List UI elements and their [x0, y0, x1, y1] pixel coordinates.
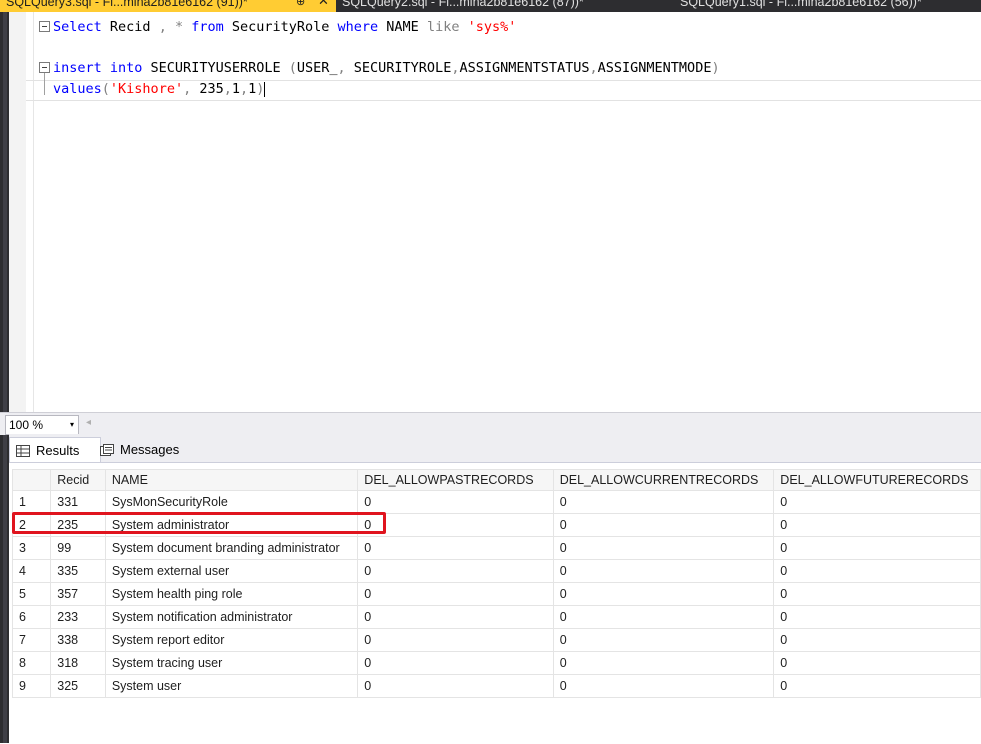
highlight-box — [12, 512, 386, 534]
table-row[interactable]: 7 338 System report editor 0 0 0 — [11, 628, 981, 652]
collapse-icon[interactable] — [39, 21, 50, 32]
row-number-cell[interactable]: 4 — [11, 559, 52, 583]
column-header-name[interactable]: NAME — [104, 469, 359, 491]
del-allowpastrecords-cell[interactable]: 0 — [357, 559, 554, 583]
name-cell[interactable]: System report editor — [104, 628, 359, 652]
row-number-cell[interactable]: 1 — [11, 490, 52, 514]
table-row[interactable]: 9 325 System user 0 0 0 — [11, 674, 981, 698]
tab-results[interactable]: Results — [9, 437, 101, 463]
tab-label: SQLQuery3.sql - Fi...mina2b81e6162 (91))… — [6, 0, 248, 9]
row-number-cell[interactable]: 3 — [11, 536, 52, 560]
name-cell[interactable]: System external user — [104, 559, 359, 583]
recid-cell[interactable]: 99 — [50, 536, 106, 560]
zoom-value: 100 % — [9, 418, 44, 432]
row-number-cell[interactable]: 7 — [11, 628, 52, 652]
editor-gutter — [9, 12, 26, 412]
recid-cell[interactable]: 357 — [50, 582, 106, 606]
row-number-cell[interactable]: 5 — [11, 582, 52, 606]
recid-cell[interactable]: 338 — [50, 628, 106, 652]
text-caret — [264, 81, 266, 97]
results-grid[interactable]: Recid NAME DEL_ALLOWPASTRECORDS DEL_ALLO… — [9, 462, 981, 744]
query-editor[interactable]: Select Recid , * from SecurityRole where… — [9, 12, 981, 412]
tab-sqlquery3[interactable]: SQLQuery3.sql - Fi...mina2b81e6162 (91))… — [0, 0, 336, 12]
del-allowfuturerecords-cell[interactable]: 0 — [773, 513, 981, 537]
recid-cell[interactable]: 331 — [50, 490, 106, 514]
tab-messages[interactable]: Messages — [94, 437, 202, 462]
table-row[interactable]: 6 233 System notification administrator 0 0 0 — [11, 605, 981, 629]
tab-messages-label: Messages — [120, 442, 180, 457]
column-header-recid[interactable]: Recid — [50, 469, 106, 491]
table-row[interactable]: 8 318 System tracing user 0 0 0 — [11, 651, 981, 675]
del-allowcurrentrecords-cell[interactable]: 0 — [552, 582, 775, 606]
del-allowpastrecords-cell[interactable]: 0 — [357, 582, 554, 606]
results-table: Recid NAME DEL_ALLOWPASTRECORDS DEL_ALLO… — [11, 469, 981, 698]
name-cell[interactable]: System health ping role — [104, 582, 359, 606]
del-allowcurrentrecords-cell[interactable]: 0 — [552, 651, 775, 675]
table-row[interactable]: 1 331 SysMonSecurityRole 0 0 0 — [11, 490, 981, 514]
zoom-dropdown[interactable]: 100 % ▾ — [5, 415, 79, 435]
name-cell[interactable]: System notification administrator — [104, 605, 359, 629]
tab-label: SQLQuery2.sql - Fi...mina2b81e6162 (87))… — [342, 0, 584, 9]
tab-label: SQLQuery1.sql - Fi...mina2b81e6162 (56))… — [680, 0, 922, 9]
del-allowpastrecords-cell[interactable]: 0 — [357, 490, 554, 514]
results-pane: Results Messages Recid NAME DEL_ALLOWPAS… — [9, 434, 981, 744]
recid-cell[interactable]: 318 — [50, 651, 106, 675]
column-header-del-allowfuturerecords[interactable]: DEL_ALLOWFUTURERECORDS — [773, 469, 981, 491]
del-allowcurrentrecords-cell[interactable]: 0 — [552, 536, 775, 560]
del-allowpastrecords-cell[interactable]: 0 — [357, 513, 554, 537]
del-allowfuturerecords-cell[interactable]: 0 — [773, 674, 981, 698]
del-allowcurrentrecords-cell[interactable]: 0 — [552, 674, 775, 698]
del-allowfuturerecords-cell[interactable]: 0 — [773, 651, 981, 675]
del-allowfuturerecords-cell[interactable]: 0 — [773, 559, 981, 583]
del-allowfuturerecords-cell[interactable]: 0 — [773, 582, 981, 606]
column-header-del-allowcurrentrecords[interactable]: DEL_ALLOWCURRENTRECORDS — [552, 469, 775, 491]
row-number-cell[interactable]: 8 — [11, 651, 52, 675]
del-allowpastrecords-cell[interactable]: 0 — [357, 628, 554, 652]
recid-cell[interactable]: 325 — [50, 674, 106, 698]
del-allowpastrecords-cell[interactable]: 0 — [357, 605, 554, 629]
del-allowfuturerecords-cell[interactable]: 0 — [773, 605, 981, 629]
name-cell[interactable]: System document branding administrator — [104, 536, 359, 560]
recid-cell[interactable]: 335 — [50, 559, 106, 583]
name-cell[interactable]: System tracing user — [104, 651, 359, 675]
del-allowcurrentrecords-cell[interactable]: 0 — [552, 513, 775, 537]
code-line-4: values('Kishore', 235,1,1) — [53, 81, 266, 97]
table-row[interactable]: 3 99 System document branding administrato… — [11, 536, 981, 560]
editor-status-bar: 100 % ▾ ◂ — [0, 412, 981, 435]
row-number-cell[interactable]: 6 — [11, 605, 52, 629]
tab-sqlquery1[interactable]: SQLQuery1.sql - Fi...mina2b81e6162 (56))… — [680, 0, 981, 12]
table-row[interactable]: 5 357 System health ping role 0 0 0 — [11, 582, 981, 606]
collapse-icon[interactable] — [39, 62, 50, 73]
del-allowpastrecords-cell[interactable]: 0 — [357, 651, 554, 675]
grid-icon — [16, 444, 30, 457]
tab-sqlquery2[interactable]: SQLQuery2.sql - Fi...mina2b81e6162 (87))… — [342, 0, 662, 12]
recid-cell[interactable]: 233 — [50, 605, 106, 629]
row-selector-header[interactable] — [11, 469, 52, 491]
code-line-3: insert into SECURITYUSERROLE (USER_, SEC… — [53, 60, 720, 76]
messages-icon — [100, 443, 114, 456]
del-allowcurrentrecords-cell[interactable]: 0 — [552, 605, 775, 629]
pin-icon[interactable]: ⊕ — [296, 0, 305, 8]
del-allowfuturerecords-cell[interactable]: 0 — [773, 628, 981, 652]
code-line-1: Select Recid , * from SecurityRole where… — [53, 19, 517, 35]
name-cell[interactable]: System user — [104, 674, 359, 698]
name-cell[interactable]: SysMonSecurityRole — [104, 490, 359, 514]
document-tab-strip: SQLQuery3.sql - Fi...mina2b81e6162 (91))… — [0, 0, 981, 12]
table-header-row: Recid NAME DEL_ALLOWPASTRECORDS DEL_ALLO… — [11, 469, 981, 491]
table-row[interactable]: 4 335 System external user 0 0 0 — [11, 559, 981, 583]
column-header-del-allowpastrecords[interactable]: DEL_ALLOWPASTRECORDS — [357, 469, 554, 491]
del-allowpastrecords-cell[interactable]: 0 — [357, 674, 554, 698]
window-frame-left — [0, 0, 9, 743]
del-allowfuturerecords-cell[interactable]: 0 — [773, 490, 981, 514]
tab-results-label: Results — [36, 443, 80, 458]
del-allowcurrentrecords-cell[interactable]: 0 — [552, 559, 775, 583]
scroll-left-icon[interactable]: ◂ — [86, 417, 91, 428]
close-icon[interactable]: ✕ — [318, 0, 329, 7]
row-number-cell[interactable]: 9 — [11, 674, 52, 698]
chevron-down-icon: ▾ — [69, 420, 74, 429]
del-allowfuturerecords-cell[interactable]: 0 — [773, 536, 981, 560]
del-allowpastrecords-cell[interactable]: 0 — [357, 536, 554, 560]
del-allowcurrentrecords-cell[interactable]: 0 — [552, 628, 775, 652]
del-allowcurrentrecords-cell[interactable]: 0 — [552, 490, 775, 514]
